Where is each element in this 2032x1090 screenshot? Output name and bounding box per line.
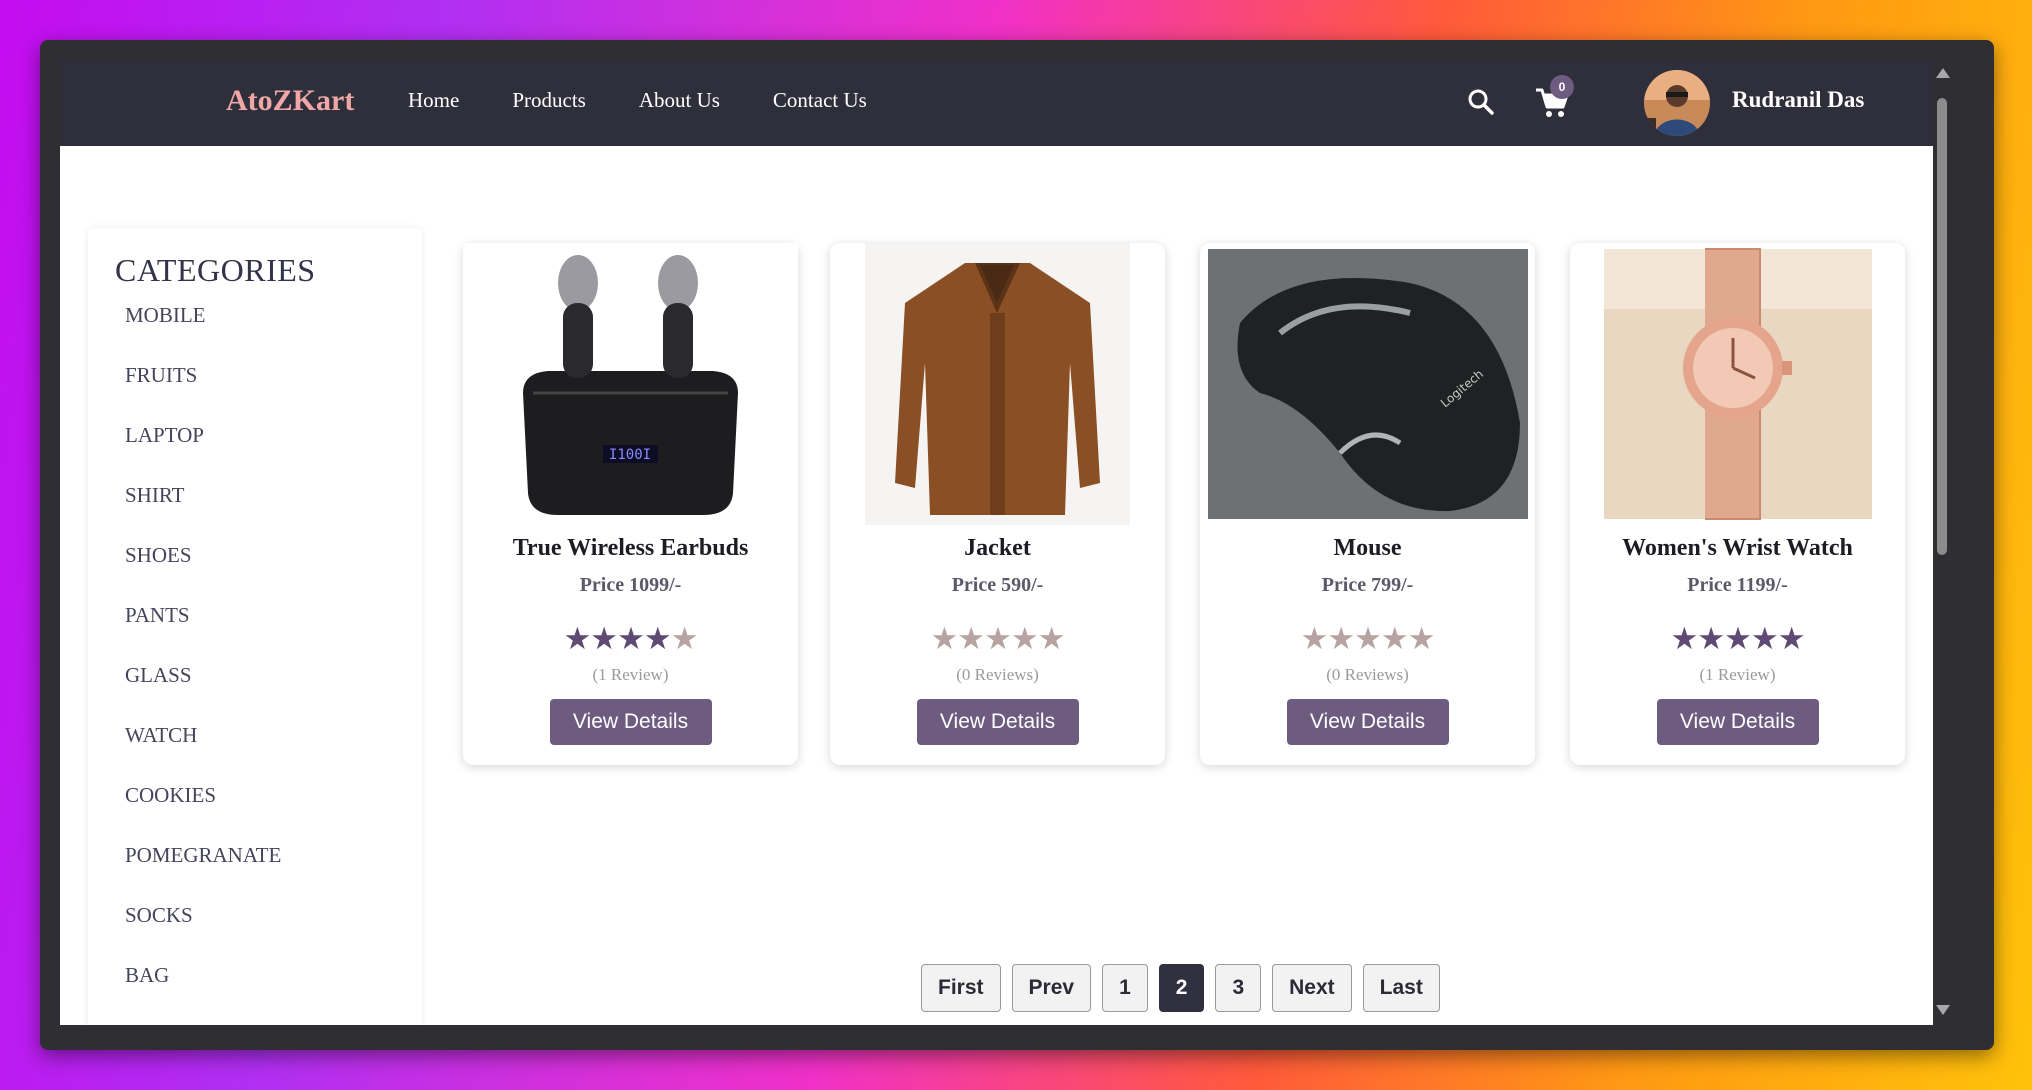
categories-sidebar: CATEGORIES MOBILE FRUITS LAPTOP SHIRT SH… <box>88 228 422 1025</box>
category-item[interactable]: GLASS <box>125 663 281 723</box>
product-card: Jacket Price 590/- ★★★★★ (0 Reviews) Vie… <box>830 243 1165 765</box>
nav-contact-link[interactable]: Contact Us <box>773 88 867 113</box>
nav-home-link[interactable]: Home <box>408 88 459 113</box>
view-details-button[interactable]: View Details <box>1286 699 1449 745</box>
page-viewport: AtoZKart Home Products About Us Contact … <box>60 60 1945 1025</box>
product-price: Price 1099/- <box>579 574 682 596</box>
nav-about-link[interactable]: About Us <box>639 88 720 113</box>
product-price: Price 590/- <box>951 574 1044 596</box>
category-item[interactable]: LAPTOP <box>125 423 281 483</box>
product-image-earbuds[interactable]: I100I <box>463 243 798 525</box>
star-empty-icon: ★ <box>1010 621 1039 656</box>
star-filled-icon: ★ <box>1724 621 1752 656</box>
page-scrollbar[interactable] <box>1933 60 1951 1025</box>
star-empty-icon: ★ <box>1380 621 1409 656</box>
star-empty-icon: ★ <box>930 621 959 656</box>
category-item[interactable]: SHIRT <box>125 483 281 543</box>
product-name[interactable]: Jacket <box>830 535 1165 562</box>
product-card: I100I True Wireless Earbuds Price 1099/-… <box>463 243 798 765</box>
view-details-button[interactable]: View Details <box>916 699 1079 745</box>
star-filled-icon: ★ <box>563 621 592 656</box>
star-filled-icon: ★ <box>617 621 645 656</box>
svg-text:I100I: I100I <box>609 447 651 463</box>
star-empty-icon: ★ <box>1354 621 1382 656</box>
star-empty-icon: ★ <box>1300 621 1329 656</box>
review-count: (0 Reviews) <box>956 665 1039 684</box>
product-image-mouse[interactable]: Logitech <box>1200 243 1535 525</box>
star-empty-icon: ★ <box>670 621 699 656</box>
rating-stars: ★★★★★ <box>463 621 798 657</box>
category-item[interactable]: COOKIES <box>125 783 281 843</box>
star-filled-icon: ★ <box>1750 621 1779 656</box>
user-avatar[interactable] <box>1644 70 1710 136</box>
search-icon[interactable] <box>1465 86 1497 118</box>
category-item[interactable]: BAG <box>125 963 281 1023</box>
star-filled-icon: ★ <box>1697 621 1725 656</box>
scroll-up-arrow-icon[interactable] <box>1936 68 1950 78</box>
nav-links: Home Products About Us Contact Us <box>408 88 867 113</box>
review-count: (1 Review) <box>1699 665 1776 684</box>
star-empty-icon: ★ <box>957 621 985 656</box>
product-name[interactable]: True Wireless Earbuds <box>463 535 798 562</box>
navbar: AtoZKart Home Products About Us Contact … <box>60 60 1945 146</box>
star-filled-icon: ★ <box>590 621 618 656</box>
product-name[interactable]: Women's Wrist Watch <box>1570 535 1905 562</box>
cart-count-badge: 0 <box>1550 75 1574 99</box>
star-empty-icon: ★ <box>1037 621 1066 656</box>
brand-logo[interactable]: AtoZKart <box>226 84 354 118</box>
review-count: (0 Reviews) <box>1326 665 1409 684</box>
star-empty-icon: ★ <box>1407 621 1436 656</box>
browser-frame: AtoZKart Home Products About Us Contact … <box>40 40 1994 1050</box>
category-item[interactable]: FRUITS <box>125 363 281 423</box>
review-count: (1 Review) <box>592 665 669 684</box>
product-price: Price 799/- <box>1321 574 1414 596</box>
product-card: Women's Wrist Watch Price 1199/- ★★★★★ (… <box>1570 243 1905 765</box>
page-prev-button[interactable]: Prev <box>1011 964 1092 1012</box>
category-item[interactable]: SOCKS <box>125 903 281 963</box>
scroll-down-arrow-icon[interactable] <box>1936 1005 1950 1015</box>
star-filled-icon: ★ <box>1670 621 1699 656</box>
user-name[interactable]: Rudranil Das <box>1732 87 1864 113</box>
product-price: Price 1199/- <box>1687 574 1788 596</box>
rating-stars: ★★★★★ <box>830 621 1165 657</box>
rating-stars: ★★★★★ <box>1200 621 1535 657</box>
categories-title: CATEGORIES <box>115 252 316 288</box>
star-empty-icon: ★ <box>1327 621 1355 656</box>
star-empty-icon: ★ <box>984 621 1012 656</box>
category-list: MOBILE FRUITS LAPTOP SHIRT SHOES PANTS G… <box>125 303 281 1023</box>
product-card: Logitech Mouse Price 799/- ★★★★★ (0 Revi… <box>1200 243 1535 765</box>
star-filled-icon: ★ <box>1777 621 1806 656</box>
view-details-button[interactable]: View Details <box>1656 699 1819 745</box>
category-item[interactable]: MOBILE <box>125 303 281 363</box>
rating-stars: ★★★★★ <box>1570 621 1905 657</box>
view-details-button[interactable]: View Details <box>549 699 712 745</box>
star-filled-icon: ★ <box>643 621 672 656</box>
page-2-button[interactable]: 2 <box>1158 964 1205 1012</box>
page-1-button[interactable]: 1 <box>1102 964 1148 1012</box>
product-image-jacket[interactable] <box>830 243 1165 525</box>
product-name[interactable]: Mouse <box>1200 535 1535 562</box>
page-last-button[interactable]: Last <box>1362 964 1440 1012</box>
pagination: First Prev 1 2 3 Next Last <box>921 964 1440 1012</box>
page-next-button[interactable]: Next <box>1272 964 1352 1012</box>
category-item[interactable]: POMEGRANATE <box>125 843 281 903</box>
product-image-watch[interactable] <box>1570 243 1905 525</box>
category-item[interactable]: PANTS <box>125 603 281 663</box>
page-first-button[interactable]: First <box>921 964 1001 1012</box>
scroll-thumb[interactable] <box>1937 98 1947 555</box>
page-3-button[interactable]: 3 <box>1215 964 1262 1012</box>
category-item[interactable]: SHOES <box>125 543 281 603</box>
category-item[interactable]: WATCH <box>125 723 281 783</box>
nav-products-link[interactable]: Products <box>512 88 586 113</box>
